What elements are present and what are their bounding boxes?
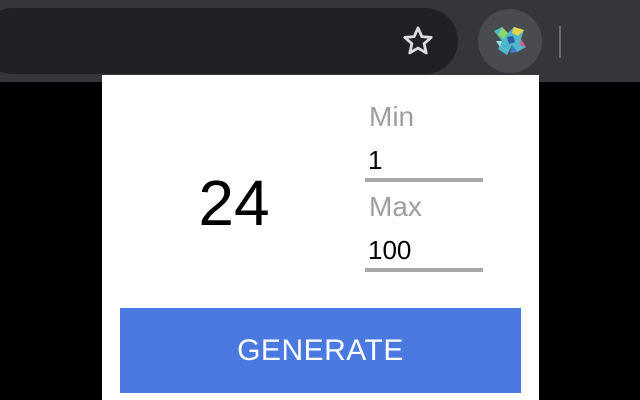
bookmark-star-button[interactable] (396, 19, 440, 63)
browser-toolbar (0, 0, 640, 82)
min-input[interactable] (365, 142, 483, 182)
generate-button[interactable]: GENERATE (120, 308, 521, 393)
toolbar-divider (559, 26, 561, 58)
extension-colorful-logo-icon (494, 27, 526, 55)
star-outline-icon (403, 26, 433, 55)
random-number-popup: 24 Min Max GENERATE (102, 75, 539, 400)
extension-button[interactable] (478, 9, 542, 73)
max-label: Max (369, 191, 422, 222)
max-input[interactable] (365, 232, 483, 272)
result-number: 24 (198, 167, 270, 239)
address-bar[interactable] (0, 8, 458, 74)
min-label: Min (369, 101, 415, 132)
